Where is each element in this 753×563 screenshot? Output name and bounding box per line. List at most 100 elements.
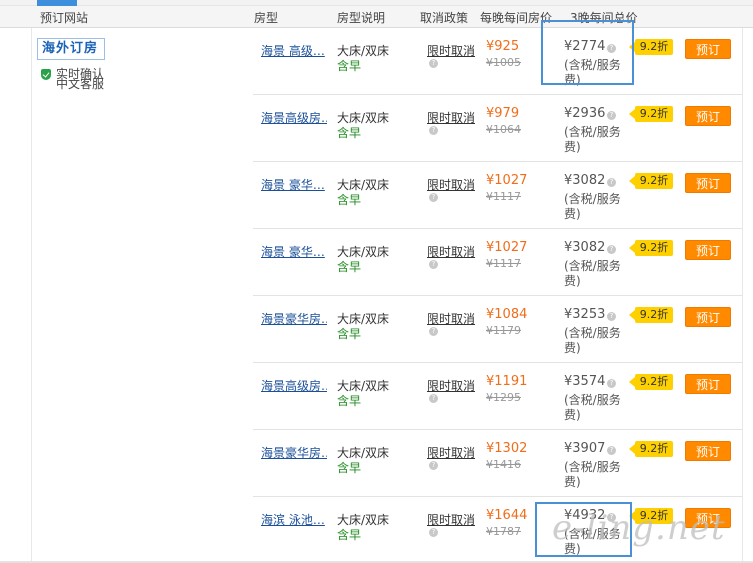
original-price: ¥1117 <box>486 190 521 203</box>
room-type-link[interactable]: 海景 豪华… <box>261 176 327 193</box>
discount-badge: 9.2折 <box>629 39 673 55</box>
chinese-service-label: 中文客服 <box>56 77 105 91</box>
breakfast-included: 含早 <box>337 394 362 408</box>
header-room-type: 房型 <box>254 11 279 25</box>
tax-note-cont: 费) <box>564 408 581 422</box>
discount-badge: 9.2折 <box>629 173 673 189</box>
help-icon[interactable]: ? <box>429 327 438 336</box>
tax-note-cont: 费) <box>564 207 581 221</box>
discount-badge: 9.2折 <box>629 307 673 323</box>
breakfast-included: 含早 <box>337 528 362 542</box>
book-button[interactable]: 预订 <box>685 441 731 461</box>
table-row: 海景豪华房… 大床/双床 含早 限时取消? ¥1084 ¥1179 ¥3253? (含税/服务… <box>253 296 742 363</box>
room-type-link[interactable]: 海景豪华房… <box>261 444 327 461</box>
table-header: 预订网站 房型 房型说明 取消政策 每晚每间房价 3晚每间总价 <box>0 6 753 28</box>
help-icon[interactable]: ? <box>607 446 616 455</box>
shield-check-icon <box>41 69 51 80</box>
breakfast-included: 含早 <box>337 260 362 274</box>
tax-note-cont: 费) <box>564 341 581 355</box>
original-price: ¥1117 <box>486 257 521 270</box>
cancel-policy-link[interactable]: 限时取消 <box>427 511 475 528</box>
book-button[interactable]: 预订 <box>685 240 731 260</box>
room-type-link[interactable]: 海景 豪华… <box>261 243 327 260</box>
table-row: 海景豪华房… 大床/双床 含早 限时取消? ¥1302 ¥1416 ¥3907? (含税/服务… <box>253 430 742 497</box>
header-room-desc: 房型说明 <box>337 11 386 25</box>
site-logo[interactable]: 海外订房 <box>37 38 105 60</box>
help-icon[interactable]: ? <box>429 461 438 470</box>
highlight-box-total-first <box>541 20 634 85</box>
help-icon[interactable]: ? <box>429 528 438 537</box>
cancel-policy-link[interactable]: 限时取消 <box>427 109 475 126</box>
table-right-border <box>742 28 743 561</box>
table-row: 海景高级房… 大床/双床 含早 限时取消? ¥979 ¥1064 ¥2936? (含税/服务费… <box>253 95 742 162</box>
tax-note-cont: 费) <box>564 475 581 489</box>
breakfast-included: 含早 <box>337 59 362 73</box>
total-price: ¥3574 <box>564 374 606 389</box>
cancel-policy-link[interactable]: 限时取消 <box>427 176 475 193</box>
header-cancel-policy: 取消政策 <box>420 11 469 25</box>
nightly-price: ¥1302 <box>486 441 528 456</box>
book-button[interactable]: 预订 <box>685 39 731 59</box>
breakfast-included: 含早 <box>337 461 362 475</box>
nightly-price: ¥925 <box>486 39 520 54</box>
original-price: ¥1295 <box>486 391 521 404</box>
cancel-policy-link[interactable]: 限时取消 <box>427 42 475 59</box>
tax-note-cont: 费) <box>564 140 581 154</box>
discount-badge: 9.2折 <box>629 441 673 457</box>
tax-note-cont: 费) <box>564 274 581 288</box>
cancel-policy-link[interactable]: 限时取消 <box>427 377 475 394</box>
breakfast-included: 含早 <box>337 327 362 341</box>
cancel-policy-link[interactable]: 限时取消 <box>427 444 475 461</box>
nightly-price: ¥1191 <box>486 374 528 389</box>
total-price: ¥3907 <box>564 441 606 456</box>
help-icon[interactable]: ? <box>607 245 616 254</box>
original-price: ¥1179 <box>486 324 521 337</box>
discount-badge: 9.2折 <box>629 106 673 122</box>
nightly-price: ¥1027 <box>486 173 528 188</box>
book-button[interactable]: 预订 <box>685 307 731 327</box>
room-type-link[interactable]: 海景 高级… <box>261 42 327 59</box>
room-type-link[interactable]: 海滨 泳池… <box>261 511 327 528</box>
watermark: e-ling.net <box>552 508 726 548</box>
help-icon[interactable]: ? <box>607 379 616 388</box>
book-button[interactable]: 预订 <box>685 106 731 126</box>
original-price: ¥1416 <box>486 458 521 471</box>
breakfast-included: 含早 <box>337 193 362 207</box>
room-type-link[interactable]: 海景高级房… <box>261 109 327 126</box>
cancel-policy-link[interactable]: 限时取消 <box>427 243 475 260</box>
header-site: 预订网站 <box>40 11 89 25</box>
nightly-price: ¥1084 <box>486 307 528 322</box>
total-price: ¥3082 <box>564 173 606 188</box>
table-row: 海景高级房… 大床/双床 含早 限时取消? ¥1191 ¥1295 ¥3574? (含税/服务… <box>253 363 742 430</box>
book-button[interactable]: 预订 <box>685 374 731 394</box>
discount-badge: 9.2折 <box>629 374 673 390</box>
breakfast-included: 含早 <box>337 126 362 140</box>
total-price: ¥2936 <box>564 106 606 121</box>
original-price: ¥1005 <box>486 56 521 69</box>
help-icon[interactable]: ? <box>429 260 438 269</box>
cancel-policy-link[interactable]: 限时取消 <box>427 310 475 327</box>
help-icon[interactable]: ? <box>607 111 616 120</box>
booking-site-cell: 海外订房 实时确认 中文客服 <box>37 38 105 90</box>
table-left-border <box>31 28 32 561</box>
nightly-price: ¥1027 <box>486 240 528 255</box>
original-price: ¥1064 <box>486 123 521 136</box>
original-price: ¥1787 <box>486 525 521 538</box>
help-icon[interactable]: ? <box>429 193 438 202</box>
table-row: 海景 豪华… 大床/双床 含早 限时取消? ¥1027 ¥1117 ¥3082? (含税/服务… <box>253 229 742 296</box>
nightly-price: ¥979 <box>486 106 520 121</box>
table-row: 海景 豪华… 大床/双床 含早 限时取消? ¥1027 ¥1117 ¥3082? (含税/服务… <box>253 162 742 229</box>
table-row: 海景 高级… 大床/双床 含早 限时取消? ¥925 ¥1005 ¥2774? (含税/服务费… <box>253 28 742 95</box>
help-icon[interactable]: ? <box>607 178 616 187</box>
nightly-price: ¥1644 <box>486 508 528 523</box>
total-price: ¥3253 <box>564 307 606 322</box>
help-icon[interactable]: ? <box>607 312 616 321</box>
total-price: ¥3082 <box>564 240 606 255</box>
help-icon[interactable]: ? <box>429 126 438 135</box>
book-button[interactable]: 预订 <box>685 173 731 193</box>
discount-badge: 9.2折 <box>629 240 673 256</box>
room-type-link[interactable]: 海景豪华房… <box>261 310 327 327</box>
help-icon[interactable]: ? <box>429 59 438 68</box>
help-icon[interactable]: ? <box>429 394 438 403</box>
room-type-link[interactable]: 海景高级房… <box>261 377 327 394</box>
